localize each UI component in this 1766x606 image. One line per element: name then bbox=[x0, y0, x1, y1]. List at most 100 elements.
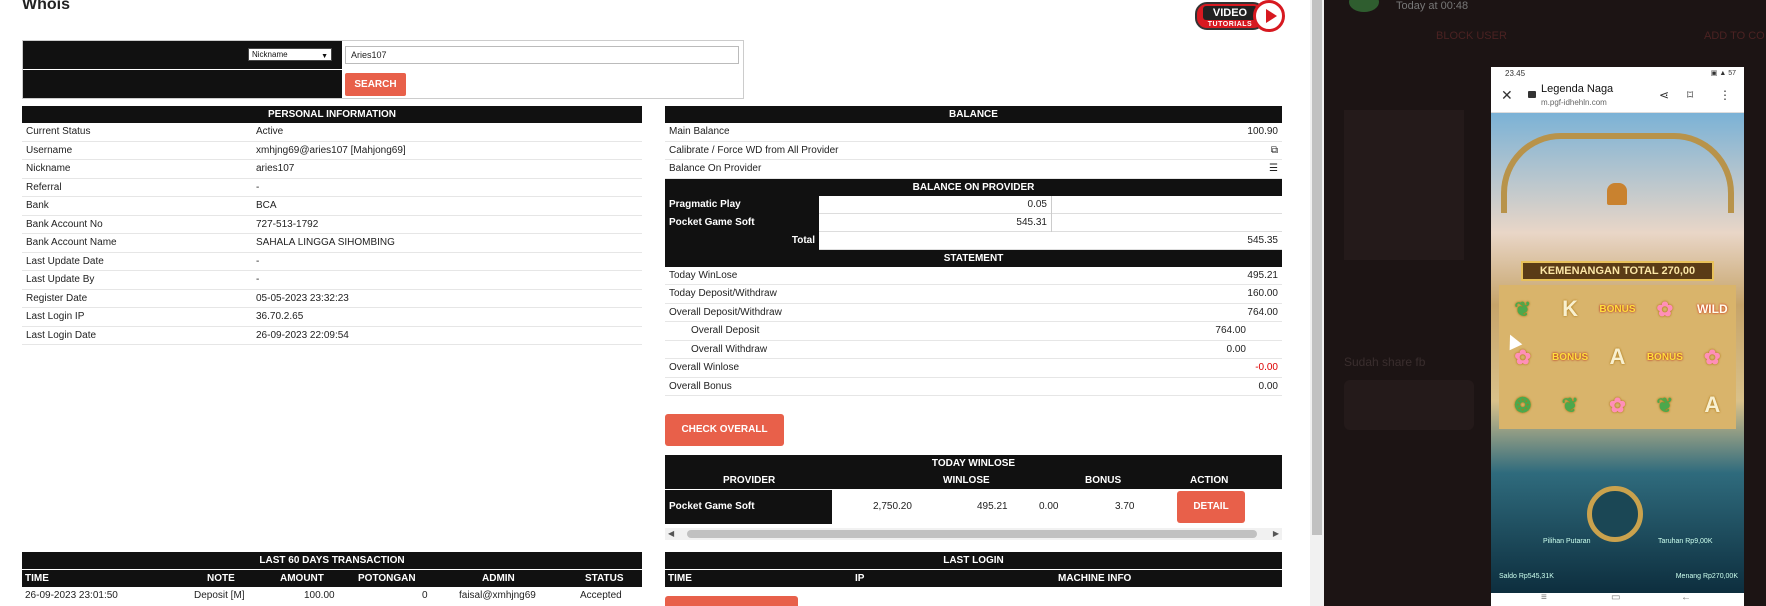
recent-apps-icon: ≡ bbox=[1541, 592, 1547, 603]
last-login-action-button[interactable] bbox=[665, 596, 798, 606]
info-row: Referral - bbox=[22, 179, 642, 197]
lock-icon bbox=[1528, 91, 1536, 98]
list-icon[interactable]: ☰ bbox=[1269, 160, 1278, 179]
statement-row: Overall Deposit/Withdraw 764.00 bbox=[665, 304, 1282, 322]
reel-symbol: K bbox=[1562, 296, 1579, 321]
reel-symbol: BONUS bbox=[1552, 351, 1589, 363]
more-icon: ⋮ bbox=[1719, 88, 1731, 102]
scroll-thumb[interactable] bbox=[687, 530, 1257, 538]
statement-row: Overall Winlose -0.00 bbox=[665, 359, 1282, 378]
reel-symbol: ❦ bbox=[1656, 394, 1674, 417]
video-tutorials-logo[interactable]: VIDEO TUTORIALS bbox=[1195, 0, 1285, 32]
calibrate-row: Calibrate / Force WD from All Provider ⧉ bbox=[665, 142, 1282, 161]
phone-screenshot: 23.45 ▣ ▲ 57 ✕ Legenda Naga m.pgf-idhehl… bbox=[1491, 67, 1744, 606]
arrow-left-icon[interactable]: ◀ bbox=[668, 529, 674, 538]
main-balance-row: Main Balance 100.90 bbox=[665, 123, 1282, 142]
scroll-thumb[interactable] bbox=[1312, 0, 1322, 535]
reel-symbol: ✿ bbox=[1656, 298, 1674, 321]
phone-clock: 23.45 bbox=[1505, 69, 1526, 78]
search-input[interactable]: Aries107 bbox=[345, 46, 739, 64]
info-row: Bank Account Name SAHALA LINGGA SIHOMBING bbox=[22, 234, 642, 253]
bell-icon bbox=[1607, 183, 1627, 205]
main-panel: Whois VIDEO TUTORIALS Nickname ▼ Aries10… bbox=[0, 0, 1310, 606]
statement-row: Overall Bonus 0.00 bbox=[665, 378, 1282, 396]
search-type-value: Nickname bbox=[252, 50, 288, 59]
search-label-panel: Nickname ▼ bbox=[23, 41, 342, 98]
reel-symbol: ❂ bbox=[1514, 394, 1532, 417]
last-login-header: LAST LOGIN bbox=[665, 552, 1282, 569]
total-win-banner: KEMENANGAN TOTAL 270,00 bbox=[1521, 261, 1714, 281]
info-row: Last Login IP 36.70.2.65 bbox=[22, 308, 642, 327]
reel-symbol: BONUS bbox=[1599, 303, 1636, 315]
spin-button bbox=[1587, 486, 1643, 542]
chevron-down-icon: ▼ bbox=[321, 53, 328, 60]
statement-row: Overall Withdraw 0.00 bbox=[665, 341, 1282, 359]
provider-total-row: Total 545.35 bbox=[665, 231, 1282, 250]
provider-row: Pocket Game Soft 545.31 bbox=[665, 213, 1282, 232]
table-row: Pocket Game Soft 2,750.20 495.21 0.00 3.… bbox=[665, 489, 1282, 525]
reel-symbol: WILD bbox=[1696, 302, 1728, 316]
phone-status-bar: 23.45 ▣ ▲ 57 bbox=[1491, 67, 1744, 81]
check-overall-button[interactable]: CHECK OVERALL bbox=[665, 414, 784, 446]
last-login-panel: LAST LOGIN TIME IP MACHINE INFO bbox=[665, 552, 1282, 587]
vertical-scrollbar[interactable] bbox=[1310, 0, 1324, 606]
personal-information-panel: PERSONAL INFORMATION Current Status Activ… bbox=[22, 106, 642, 345]
page-title: Whois bbox=[22, 0, 70, 13]
transaction-columns: TIME NOTE AMOUNT POTONGAN ADMIN STATUS bbox=[22, 570, 642, 587]
divider bbox=[23, 69, 342, 70]
balance-header: BALANCE bbox=[665, 106, 1282, 123]
last-login-columns: TIME IP MACHINE INFO bbox=[665, 570, 1282, 587]
today-winlose-columns: PROVIDER WINLOSE BONUS ACTION bbox=[665, 472, 1282, 489]
home-icon: ▭ bbox=[1611, 592, 1621, 603]
arrow-right-icon[interactable]: ▶ bbox=[1273, 529, 1279, 538]
block-user-button[interactable]: BLOCK USER bbox=[1436, 30, 1507, 42]
balance-on-provider-row: Balance On Provider ☰ bbox=[665, 160, 1282, 179]
last-60-days-transaction-panel: LAST 60 DAYS TRANSACTION TIME NOTE AMOUN… bbox=[22, 552, 642, 605]
search-box: Nickname ▼ Aries107 SEARCH bbox=[22, 40, 744, 99]
balance-on-provider-header: BALANCE ON PROVIDER bbox=[665, 178, 1282, 196]
info-row: Last Login Date 26-09-2023 22:09:54 bbox=[22, 327, 642, 345]
info-row: Bank BCA bbox=[22, 197, 642, 216]
detail-button[interactable]: DETAIL bbox=[1177, 491, 1245, 523]
search-button[interactable]: SEARCH bbox=[345, 73, 406, 96]
info-row: Username xmhjng69@aries107 [Mahjong69] bbox=[22, 142, 642, 160]
reel-symbol: ✿ bbox=[1703, 346, 1721, 369]
chat-message: Sudah share fb bbox=[1344, 355, 1426, 369]
browser-bar: ✕ Legenda Naga m.pgf-idhehln.com ⋖ ⌑ ⋮ bbox=[1491, 81, 1744, 113]
saldo-label: Saldo Rp545,31K bbox=[1499, 573, 1554, 580]
personal-information-header: PERSONAL INFORMATION bbox=[22, 106, 642, 123]
info-row: Nickname aries107 bbox=[22, 160, 642, 179]
external-link-icon[interactable]: ⧉ bbox=[1271, 142, 1278, 161]
reel-symbol: BONUS bbox=[1646, 351, 1683, 363]
menang-label: Menang Rp270,00K bbox=[1675, 573, 1738, 580]
reel-symbol: ❦ bbox=[1514, 298, 1532, 321]
today-winlose-header: TODAY WINLOSE bbox=[665, 455, 1282, 472]
provider-row: Pragmatic Play 0.05 bbox=[665, 195, 1282, 214]
info-row: Current Status Active bbox=[22, 123, 642, 142]
statement-header: STATEMENT bbox=[665, 249, 1282, 267]
balance-panel: BALANCE Main Balance 100.90 Calibrate / F… bbox=[665, 106, 1282, 396]
add-to-contact-button[interactable]: ADD TO CO bbox=[1704, 30, 1765, 42]
info-row: Last Update By - bbox=[22, 271, 642, 290]
search-type-select[interactable]: Nickname ▼ bbox=[248, 48, 332, 61]
statement-row: Today WinLose 495.21 bbox=[665, 267, 1282, 285]
phone-nav-bar: ≡ ▭ ← bbox=[1491, 592, 1744, 606]
reel-symbol: ✿ bbox=[1609, 394, 1626, 417]
info-row: Bank Account No 727-513-1792 bbox=[22, 216, 642, 234]
horizontal-scrollbar[interactable]: ◀ ▶ bbox=[665, 528, 1282, 540]
spin-option-label: Pilihan Putaran bbox=[1543, 538, 1591, 545]
chat-thumbnail bbox=[1344, 380, 1474, 430]
reel-symbol: A bbox=[1704, 392, 1721, 417]
info-row: Register Date 05-05-2023 23:32:23 bbox=[22, 290, 642, 308]
today-winlose-panel: TODAY WINLOSE PROVIDER WINLOSE BONUS ACT… bbox=[665, 455, 1282, 525]
info-row: Last Update Date - bbox=[22, 253, 642, 271]
slot-game: KEMENANGAN TOTAL 270,00 ❦ K BONUS ✿ WILD… bbox=[1491, 113, 1744, 593]
play-icon bbox=[1253, 0, 1285, 32]
table-row: 26-09-2023 23:01:50 Deposit [M] 100.00 0… bbox=[25, 590, 622, 601]
phone-status-icons: ▣ ▲ 57 bbox=[1710, 70, 1736, 77]
bookmark-icon: ⌑ bbox=[1687, 88, 1694, 102]
share-icon: ⋖ bbox=[1659, 88, 1670, 102]
last-60-days-header: LAST 60 DAYS TRANSACTION bbox=[22, 552, 642, 569]
reel-symbol: A bbox=[1609, 344, 1626, 369]
browser-page-title: Legenda Naga bbox=[1541, 83, 1614, 95]
